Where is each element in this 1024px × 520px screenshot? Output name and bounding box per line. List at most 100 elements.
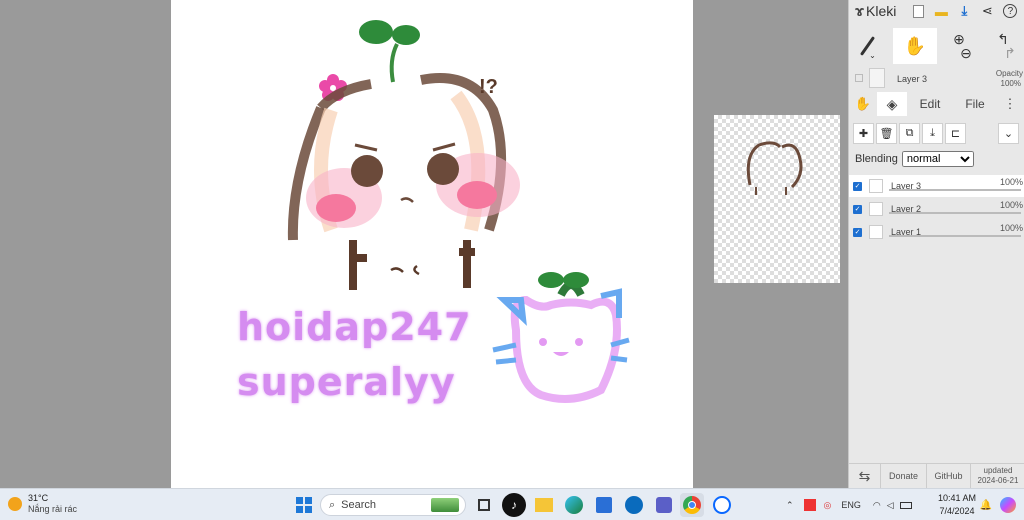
zalo-icon[interactable] — [710, 493, 734, 517]
weather-widget[interactable]: 31°C Nắng rải rác — [8, 493, 77, 515]
panel-tabs: ✋ ◈ Edit File ⋮ — [849, 92, 1024, 116]
task-view-icon[interactable] — [472, 493, 496, 517]
kleki-logo-icon: ɤ — [855, 2, 865, 20]
layer-options-button[interactable]: ⌄ — [998, 122, 1019, 144]
vivaldi-icon[interactable] — [803, 499, 816, 511]
merge-layer-button[interactable]: ⤓ — [922, 122, 943, 144]
layer-opacity-slider[interactable] — [889, 235, 1021, 237]
app-name: Kleki — [866, 3, 897, 19]
layer-row[interactable]: ✓ Layer 2 100% — [849, 198, 1024, 220]
redo-icon[interactable]: ↱ — [1004, 46, 1016, 60]
search-icon: ⌕ — [329, 498, 336, 511]
tab-edit[interactable]: Edit — [907, 92, 953, 116]
workspace[interactable]: hoidap247 superalyy !? — [0, 0, 848, 488]
merge-down-icon: ⤓ — [930, 126, 935, 139]
share-icon[interactable]: ⋖ — [977, 1, 997, 21]
rename-layer-button[interactable]: ⊏ — [945, 122, 966, 144]
chevron-down-icon: ⌄ — [869, 50, 876, 60]
layer-opacity: 100% — [999, 200, 1023, 210]
undo-redo-buttons[interactable]: ↰ ↱ — [981, 28, 1024, 64]
undo-icon[interactable]: ↰ — [997, 32, 1009, 46]
current-layer-name: Layer 3 — [897, 74, 928, 84]
sprout-stem — [389, 43, 399, 83]
layer-opacity: 100% — [999, 223, 1023, 233]
canvas-artwork — [287, 20, 630, 403]
brush-tool-button[interactable]: ⌄ — [849, 28, 893, 64]
layer-opacity-slider[interactable] — [889, 189, 1021, 191]
layer-thumbnail — [869, 225, 883, 239]
hand-icon: ✋ — [903, 35, 927, 56]
canvas-mark-question: !? — [479, 76, 498, 98]
chrome-icon[interactable] — [680, 493, 704, 517]
tab-hand[interactable]: ✋ — [849, 92, 877, 116]
layer-row[interactable]: ✓ Layer 3 100% — [849, 175, 1024, 197]
blending-select[interactable]: normal — [901, 151, 974, 167]
dell-icon[interactable] — [622, 493, 646, 517]
open-folder-icon[interactable]: ▬ — [931, 1, 951, 21]
duplicate-icon: ⧉ — [905, 126, 914, 139]
layer-opacity: 100% — [999, 177, 1023, 187]
right-cheek — [457, 181, 497, 209]
layer-thumbnail — [869, 179, 883, 193]
tool-row: ⌄ ✋ ⊕ ⊖ ↰ ↱ — [849, 28, 1024, 64]
wifi-icon[interactable]: ◠ — [873, 500, 881, 511]
layers-icon: ◈ — [886, 95, 898, 112]
layer-row[interactable]: ✓ Layer 1 100% — [849, 221, 1024, 243]
current-layer-thumb — [869, 68, 885, 88]
tab-file[interactable]: File — [953, 92, 997, 116]
canvas-text-line1: hoidap247 — [237, 305, 472, 349]
teams-icon[interactable] — [652, 493, 676, 517]
help-icon[interactable]: ? — [1000, 1, 1020, 21]
donate-link[interactable]: Donate — [881, 463, 927, 489]
delete-layer-button[interactable]: 🗑 — [876, 122, 897, 144]
language-indicator[interactable]: ENG — [841, 500, 861, 510]
github-link[interactable]: GitHub — [927, 463, 971, 489]
windows-start-button[interactable] — [292, 493, 316, 517]
volume-icon[interactable]: ◁ — [887, 500, 894, 511]
left-eye — [351, 155, 383, 187]
download-icon[interactable]: ⤓ — [954, 1, 974, 21]
taskbar-search[interactable]: ⌕ Search — [320, 494, 466, 516]
store-icon[interactable] — [592, 493, 616, 517]
zoom-out-icon[interactable]: ⊖ — [960, 46, 972, 60]
sprout-leaf-left — [359, 20, 393, 44]
top-bar: ɤ Kleki ▬ ⤓ ⋖ ? — [849, 0, 1024, 22]
file-explorer-icon[interactable] — [532, 493, 556, 517]
layer-opacity-slider[interactable] — [889, 212, 1021, 214]
layer-preview[interactable] — [714, 115, 840, 283]
tab-layers[interactable]: ◈ — [877, 92, 907, 116]
add-layer-button[interactable]: ✚ — [853, 122, 874, 144]
swap-sides-button[interactable]: ⇆ — [849, 463, 881, 489]
drawing-canvas[interactable]: hoidap247 superalyy !? — [171, 0, 693, 488]
plus-icon: ✚ — [858, 127, 869, 140]
left-cheek — [316, 194, 356, 222]
zoom-in-icon[interactable]: ⊕ — [953, 32, 965, 46]
search-placeholder: Search — [341, 499, 377, 511]
layer-buttons: ✚ 🗑 ⧉ ⤓ ⊏ ⌄ — [853, 122, 1021, 144]
more-menu-icon[interactable]: ⋮ — [997, 92, 1023, 116]
new-image-icon[interactable] — [908, 1, 928, 21]
swap-icon: ⇆ — [858, 467, 871, 484]
network-alert-icon[interactable]: ◎ — [824, 500, 832, 511]
search-highlight-icon — [431, 498, 459, 512]
hand-tool-button[interactable]: ✋ — [893, 28, 937, 64]
chevron-up-icon[interactable]: ⌃ — [786, 500, 794, 511]
copilot-icon[interactable] — [996, 493, 1020, 517]
clock[interactable]: 10:41 AM 7/4/2024 — [936, 492, 978, 518]
cat-outline — [510, 295, 621, 403]
battery-icon[interactable] — [899, 501, 912, 509]
tiktok-icon[interactable]: ♪ — [502, 493, 526, 517]
opacity-value: 100% — [1000, 79, 1021, 88]
layer-visibility-checkbox[interactable]: ✓ — [853, 227, 862, 237]
hand-icon: ✋ — [854, 96, 872, 111]
layer-visibility-checkbox[interactable]: ✓ — [853, 204, 862, 214]
blending-label: Blending — [855, 153, 898, 165]
duplicate-layer-button[interactable]: ⧉ — [899, 122, 920, 144]
weather-sun-icon — [8, 497, 22, 511]
layer-visibility-checkbox[interactable]: ✓ — [853, 181, 862, 191]
updated-info[interactable]: updated 2024-06-21 — [971, 464, 1024, 489]
zoom-buttons[interactable]: ⊕ ⊖ — [937, 28, 981, 64]
weather-desc: Nắng rải rác — [28, 504, 78, 514]
notification-bell-icon[interactable]: 🔔 — [974, 493, 998, 517]
edge-icon[interactable] — [562, 493, 586, 517]
